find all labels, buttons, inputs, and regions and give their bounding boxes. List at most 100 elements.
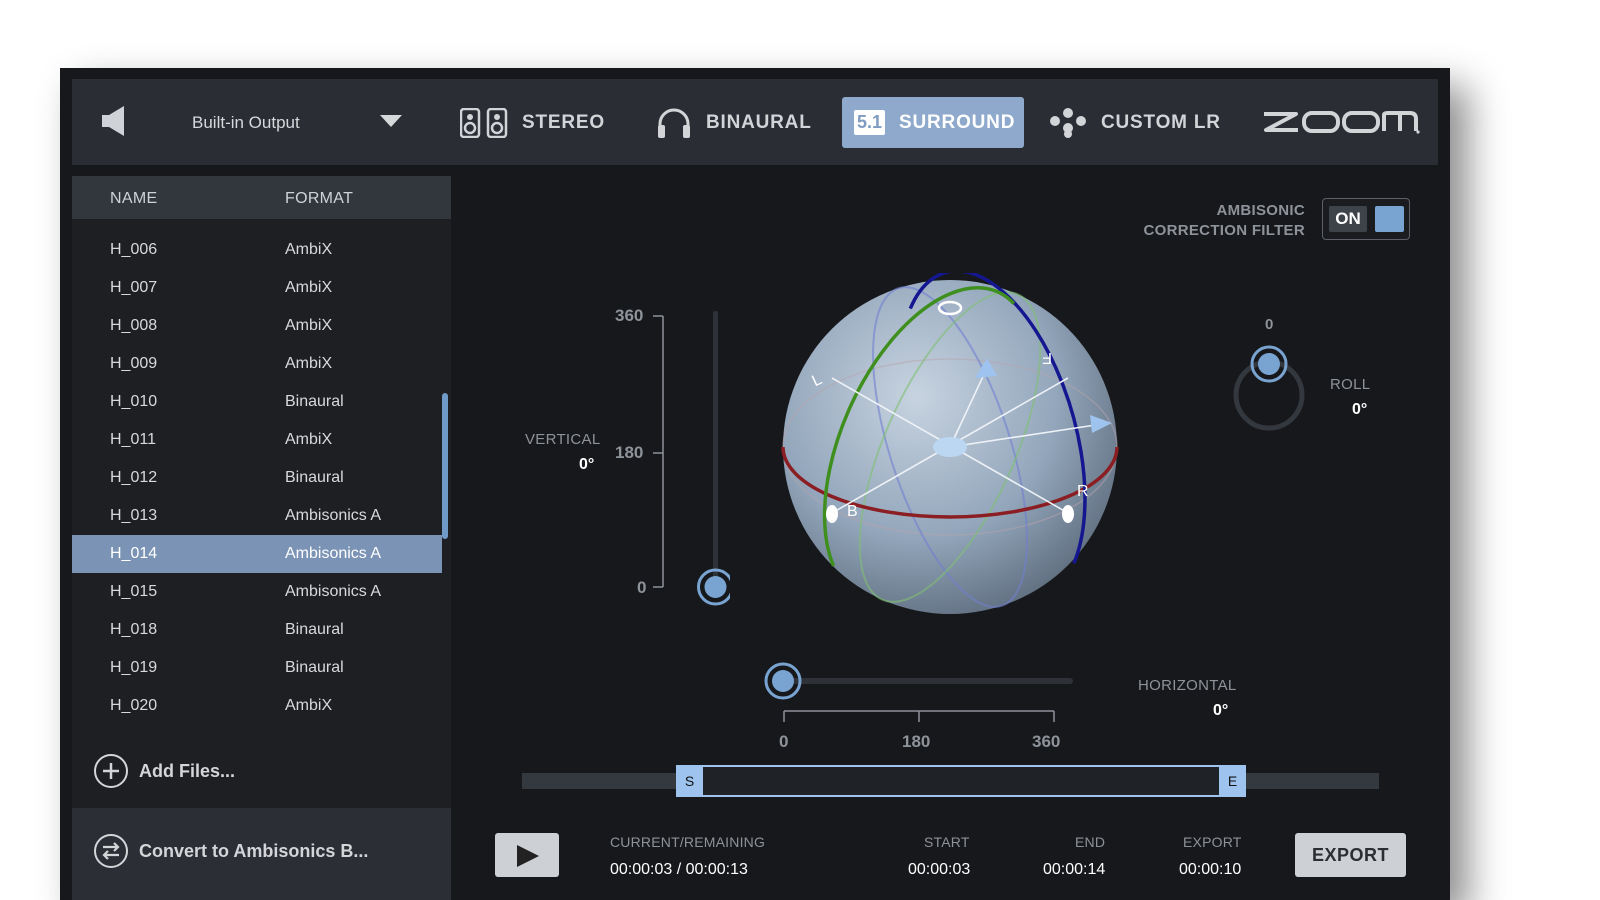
surround-5-1-icon: 5.1: [854, 110, 886, 135]
start-value: 00:00:03: [908, 861, 971, 878]
mode-stereo-label: STEREO: [522, 111, 605, 133]
ambisonic-sphere[interactable]: B R L F: [772, 273, 1132, 633]
speaker-icon[interactable]: [102, 106, 128, 136]
convert-panel: Convert to Ambisonics B...: [72, 808, 451, 900]
headphones-icon: [656, 107, 692, 139]
file-format: Ambisonics A: [285, 545, 382, 562]
sphere-label-front: F: [1042, 349, 1052, 366]
horizontal-label: HORIZONTAL: [1138, 677, 1237, 694]
vertical-tick-360: 360: [615, 306, 644, 325]
roll-value: 0°: [1352, 401, 1368, 418]
roll-dial[interactable]: [1225, 338, 1309, 438]
file-list-header: NAME FORMAT: [72, 176, 451, 219]
file-name: H_009: [110, 355, 158, 372]
export-duration-value: 00:00:10: [1179, 861, 1242, 878]
file-name: H_010: [110, 393, 158, 410]
horizontal-tick-180: 180: [902, 732, 931, 751]
file-row[interactable]: H_012 Binaural: [72, 459, 442, 497]
file-row[interactable]: H_007 AmbiX: [72, 269, 442, 307]
mode-binaural-label: BINAURAL: [706, 111, 812, 133]
mode-binaural-button[interactable]: BINAURAL: [656, 97, 812, 148]
file-format: Binaural: [285, 469, 344, 486]
vertical-tick-180: 180: [615, 443, 644, 462]
mode-stereo-button[interactable]: STEREO: [460, 97, 605, 148]
file-format: AmbiX: [285, 317, 333, 334]
file-name: H_007: [110, 279, 158, 296]
file-name: H_019: [110, 659, 158, 676]
end-label: END: [1075, 834, 1106, 850]
add-files-label: Add Files...: [139, 760, 236, 781]
range-start-handle[interactable]: S: [676, 765, 703, 797]
file-row[interactable]: H_015 Ambisonics A: [72, 573, 442, 611]
end-value: 00:00:14: [1043, 861, 1106, 878]
app-window: Built-in Output STEREO BINAURAL 5.1 SURR…: [60, 68, 1450, 900]
file-row[interactable]: H_013 Ambisonics A: [72, 497, 442, 535]
ambisonic-label-line2: CORRECTION FILTER: [1143, 222, 1305, 239]
file-name: H_011: [110, 431, 156, 448]
file-row[interactable]: H_018 Binaural: [72, 611, 442, 649]
chevron-down-icon[interactable]: [380, 115, 402, 127]
horizontal-tick-0: 0: [779, 732, 789, 751]
file-name: H_020: [110, 697, 158, 714]
file-format: AmbiX: [285, 279, 333, 296]
file-name: H_014: [110, 545, 158, 562]
file-row[interactable]: H_006 AmbiX: [72, 231, 442, 269]
range-end-handle[interactable]: E: [1219, 765, 1246, 797]
roll-label: ROLL: [1330, 376, 1371, 393]
file-list-panel: NAME FORMAT H_006 AmbiX H_007 AmbiX H_008 A…: [72, 176, 451, 900]
speakers-icon: [460, 107, 508, 138]
file-row[interactable]: H_009 AmbiX: [72, 345, 442, 383]
file-name: H_015: [110, 583, 158, 600]
file-list: H_006 AmbiX H_007 AmbiX H_008 AmbiX H_009 Am…: [72, 231, 442, 725]
current-remaining-value: 00:00:03 / 00:00:13: [610, 861, 748, 878]
file-format: Binaural: [285, 659, 344, 676]
column-header-name[interactable]: NAME: [110, 190, 157, 208]
file-row[interactable]: H_010 Binaural: [72, 383, 442, 421]
file-format: AmbiX: [285, 431, 333, 448]
file-row[interactable]: H_011 AmbiX: [72, 421, 442, 459]
start-label: START: [924, 834, 970, 850]
top-toolbar: Built-in Output STEREO BINAURAL 5.1 SURR…: [72, 79, 1438, 165]
horizontal-tick-360: 360: [1032, 732, 1061, 751]
zoom-logo: [1264, 111, 1420, 134]
vertical-slider[interactable]: [650, 308, 730, 608]
horizontal-slider[interactable]: [760, 658, 1150, 728]
file-row[interactable]: H_019 Binaural: [72, 649, 442, 687]
file-list-scrollbar[interactable]: [442, 393, 448, 539]
roll-tick-0: 0: [1265, 316, 1274, 333]
mode-custom-lr-label: CUSTOM LR: [1101, 111, 1221, 133]
convert-arrows-icon: [94, 834, 128, 868]
file-row-selected[interactable]: H_014 Ambisonics A: [72, 535, 442, 573]
file-format: Ambisonics A: [285, 507, 382, 524]
file-format: AmbiX: [285, 241, 333, 258]
vertical-tick-0: 0: [637, 578, 647, 597]
file-format: Binaural: [285, 621, 344, 638]
export-button[interactable]: EXPORT: [1295, 833, 1406, 877]
add-files-button[interactable]: Add Files...: [94, 754, 235, 788]
sphere-label-right: R: [1077, 483, 1089, 500]
file-format: Binaural: [285, 393, 344, 410]
file-format: AmbiX: [285, 697, 333, 714]
play-button[interactable]: [495, 833, 559, 877]
vertical-label: VERTICAL: [525, 431, 601, 448]
output-device-select[interactable]: Built-in Output: [192, 113, 300, 133]
file-row[interactable]: H_008 AmbiX: [72, 307, 442, 345]
current-remaining-label: CURRENT/REMAINING: [610, 834, 766, 850]
plus-circle-icon: [94, 754, 128, 788]
column-header-format[interactable]: FORMAT: [285, 190, 353, 208]
mode-surround-button[interactable]: 5.1 SURROUND: [842, 97, 1024, 148]
vertical-value: 0°: [579, 456, 595, 473]
convert-label: Convert to Ambisonics B...: [139, 840, 369, 861]
export-duration-label: EXPORT: [1183, 834, 1242, 850]
sphere-label-back: B: [847, 503, 858, 520]
file-row[interactable]: H_020 AmbiX: [72, 687, 442, 725]
mode-surround-label: SURROUND: [899, 111, 1016, 133]
export-range[interactable]: [676, 765, 1246, 797]
horizontal-value: 0°: [1213, 702, 1229, 719]
convert-button[interactable]: Convert to Ambisonics B...: [94, 834, 368, 868]
file-name: H_006: [110, 241, 158, 258]
mode-custom-lr-button[interactable]: CUSTOM LR: [1049, 97, 1221, 148]
ambisonic-filter-toggle[interactable]: ON: [1322, 198, 1410, 240]
toggle-knob: [1375, 206, 1404, 232]
custom-lr-icon: [1049, 107, 1087, 139]
